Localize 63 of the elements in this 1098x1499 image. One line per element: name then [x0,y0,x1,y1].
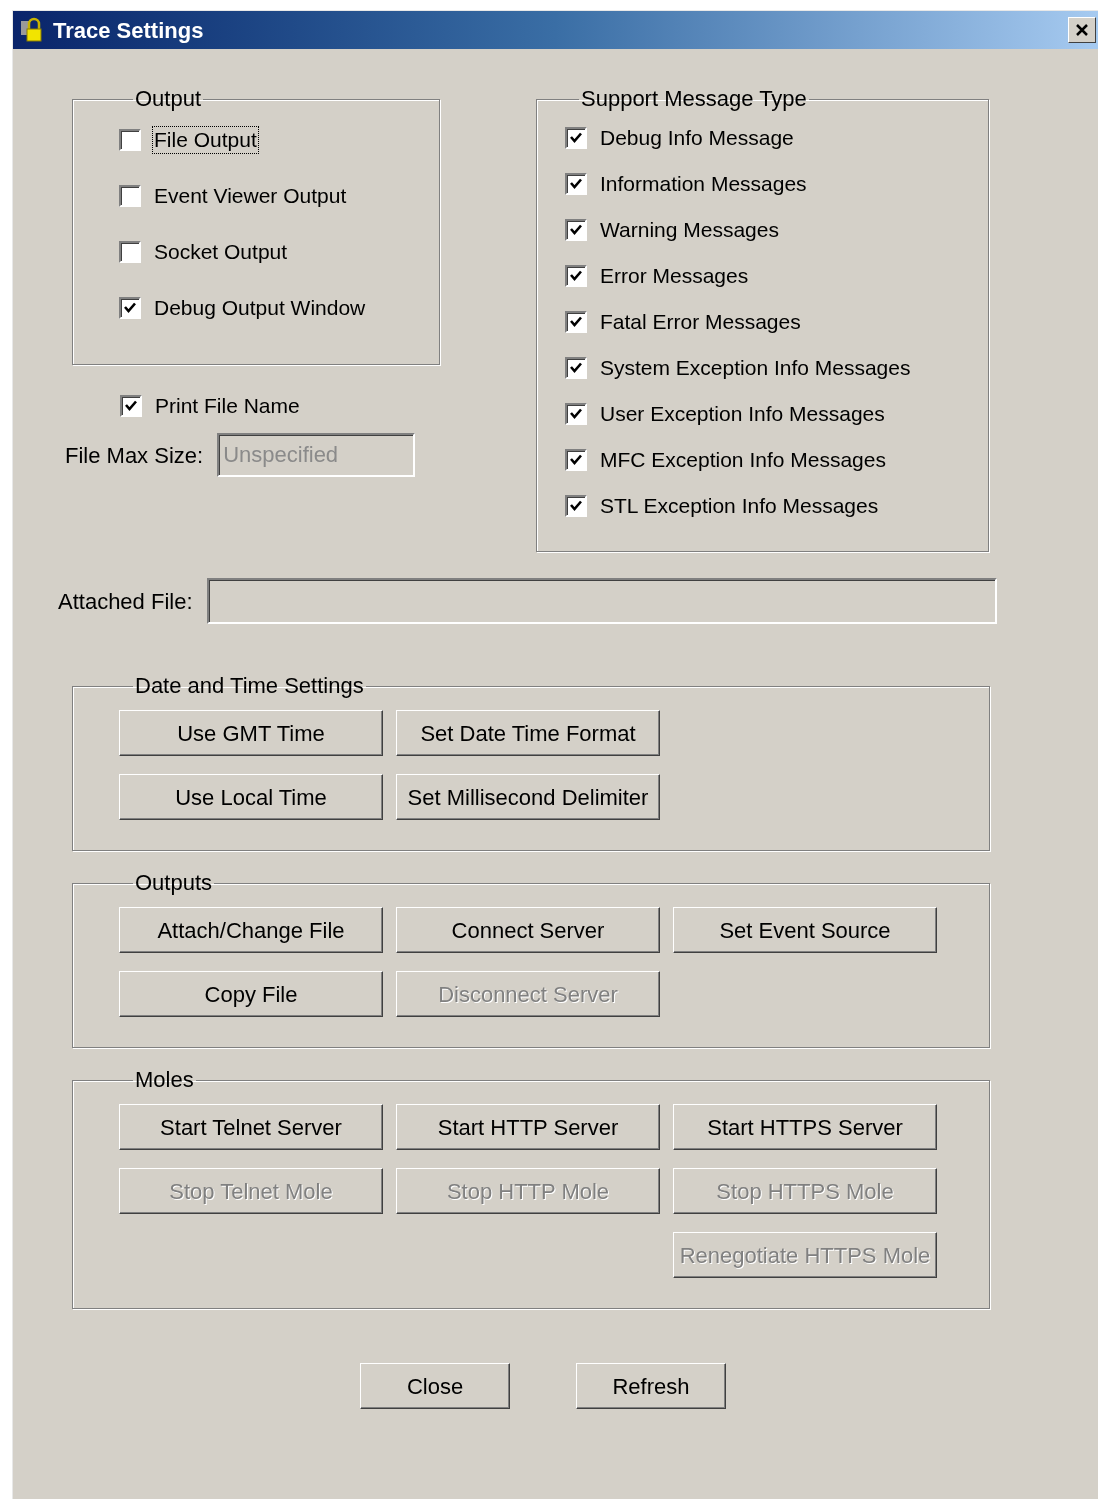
push-button[interactable]: Set Millisecond Delimiter [396,774,660,820]
checkbox-label[interactable]: Information Messages [599,171,808,197]
checkbox-label[interactable]: Debug Output Window [153,295,367,321]
check-icon [569,499,583,513]
push-button[interactable]: Close [360,1363,510,1409]
push-button[interactable]: Copy File [119,971,383,1017]
checkbox-label[interactable]: Debug Info Message [599,125,795,151]
field-label: File Max Size: [65,441,204,470]
checkbox[interactable] [565,449,587,471]
checkbox[interactable] [120,395,142,417]
check-icon [569,315,583,329]
close-icon[interactable] [1068,17,1096,43]
checkbox[interactable] [565,127,587,149]
push-button[interactable]: Start HTTPS Server [673,1104,937,1150]
checkbox-label[interactable]: File Output [153,127,258,153]
checkbox[interactable] [119,297,141,319]
checkbox[interactable] [565,495,587,517]
checkbox-label[interactable]: Fatal Error Messages [599,309,802,335]
checkbox-label[interactable]: Print File Name [154,393,301,419]
group-title: Output [134,87,203,111]
push-button[interactable]: Start HTTP Server [396,1104,660,1150]
check-icon [569,361,583,375]
check-icon [569,269,583,283]
checkbox[interactable] [565,311,587,333]
checkbox[interactable] [565,403,587,425]
push-button[interactable]: Start Telnet Server [119,1104,383,1150]
check-icon [569,131,583,145]
push-button[interactable]: Use GMT Time [119,710,383,756]
window-title: Trace Settings [53,16,204,45]
check-icon [569,223,583,237]
input-field[interactable] [206,578,997,624]
checkbox[interactable] [119,185,141,207]
checkbox-label[interactable]: MFC Exception Info Messages [599,447,887,473]
push-button[interactable]: Refresh [576,1363,726,1409]
checkbox[interactable] [565,173,587,195]
check-icon [123,301,137,315]
group-title: Date and Time Settings [134,674,365,698]
checkbox[interactable] [119,241,141,263]
check-icon [569,407,583,421]
checkbox-label[interactable]: User Exception Info Messages [599,401,886,427]
group-title: Moles [134,1068,195,1092]
check-icon [569,177,583,191]
checkbox[interactable] [565,357,587,379]
checkbox-label[interactable]: STL Exception Info Messages [599,493,880,519]
push-button[interactable]: Connect Server [396,907,660,953]
checkbox-label[interactable]: Error Messages [599,263,750,289]
checkbox[interactable] [119,129,141,151]
checkbox-label[interactable]: Event Viewer Output [153,183,348,209]
field-label: Attached File: [58,587,193,616]
check-icon [124,399,138,413]
check-icon [569,453,583,467]
group-title: Outputs [134,871,214,895]
push-button[interactable]: Use Local Time [119,774,383,820]
checkbox[interactable] [565,265,587,287]
push-button[interactable]: Set Date Time Format [396,710,660,756]
checkbox[interactable] [565,219,587,241]
checkbox-label[interactable]: Warning Messages [599,217,780,243]
push-button[interactable]: Set Event Source [673,907,937,953]
lock-icon [19,17,45,43]
group-title: Support Message Type [580,87,808,111]
checkbox-label[interactable]: System Exception Info Messages [599,355,912,381]
checkbox-label[interactable]: Socket Output [153,239,289,265]
push-button[interactable]: Attach/Change File [119,907,383,953]
